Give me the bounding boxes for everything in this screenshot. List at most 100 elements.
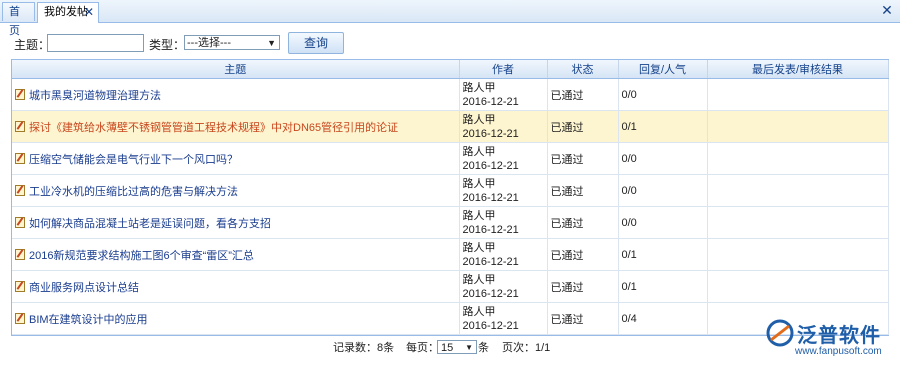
last-post-cell: [707, 174, 889, 207]
author-name: 路人甲: [462, 209, 496, 222]
column-header-author[interactable]: 作者: [459, 60, 548, 79]
replies-cell: 0/0: [618, 174, 708, 207]
status-cell: 已通过: [547, 206, 619, 239]
status-cell: 已通过: [547, 110, 619, 143]
brand-logo: 泛普软件 www.fanpusoft.com: [765, 312, 895, 362]
last-post-cell: [707, 110, 889, 143]
close-tab-icon[interactable]: ✕: [84, 3, 94, 22]
column-header-last-post[interactable]: 最后发表/审核结果: [707, 60, 889, 79]
author-name: 路人甲: [462, 305, 496, 318]
table-row[interactable]: 商业服务网点设计总结 路人甲 2016-12-21 已通过 0/1: [12, 270, 889, 303]
post-date: 2016-12-21: [462, 287, 519, 300]
chevron-down-icon: ▼: [465, 343, 473, 352]
type-select[interactable]: ---选择--- ▼: [184, 35, 280, 50]
replies-cell: 0/0: [618, 206, 708, 239]
post-subject-link[interactable]: 城市黑臭河道物理治理方法: [29, 87, 161, 103]
author-name: 路人甲: [462, 177, 496, 190]
last-post-cell: [707, 238, 889, 271]
post-subject-link[interactable]: 2016新规范要求结构施工图6个审查“雷区”汇总: [29, 247, 254, 263]
author-cell: 路人甲 2016-12-21: [459, 78, 548, 111]
replies-cell: 0/1: [618, 110, 708, 143]
table-row[interactable]: 探讨《建筑给水薄壁不锈钢管管道工程技术规程》中对DN65管径引用的论证 路人甲 20…: [12, 110, 889, 143]
post-date: 2016-12-21: [462, 191, 519, 204]
search-bar: 主题： 类型： ---选择--- ▼ 查询: [0, 23, 900, 57]
status-cell: 已通过: [547, 270, 619, 303]
post-date: 2016-12-21: [462, 159, 519, 172]
last-post-cell: [707, 206, 889, 239]
replies-cell: 0/1: [618, 270, 708, 303]
subject-wrap: 探讨《建筑给水薄壁不锈钢管管道工程技术规程》中对DN65管径引用的论证: [15, 119, 456, 135]
tab-home[interactable]: 首页: [2, 2, 35, 37]
author-cell: 路人甲 2016-12-21: [459, 142, 548, 175]
column-header-status[interactable]: 状态: [547, 60, 619, 79]
subject-wrap: 压缩空气储能会是电气行业下一个风口吗？: [15, 151, 456, 167]
author-cell: 路人甲 2016-12-21: [459, 110, 548, 143]
post-subject-link[interactable]: 商业服务网点设计总结: [29, 279, 139, 295]
post-edit-icon: [15, 153, 25, 164]
status-cell: 已通过: [547, 142, 619, 175]
subject-cell: 压缩空气储能会是电气行业下一个风口吗？: [12, 142, 460, 175]
logo-name: 泛普软件: [797, 325, 881, 347]
per-page-label: 每页：: [406, 342, 439, 354]
close-icon[interactable]: ✕: [880, 3, 894, 17]
post-subject-link[interactable]: BIM在建筑设计中的应用: [29, 311, 148, 327]
post-subject-link[interactable]: 压缩空气储能会是电气行业下一个风口吗？: [29, 151, 238, 167]
post-date: 2016-12-21: [462, 255, 519, 268]
last-post-cell: [707, 78, 889, 111]
author-cell: 路人甲 2016-12-21: [459, 302, 548, 335]
table-row[interactable]: 压缩空气储能会是电气行业下一个风口吗？ 路人甲 2016-12-21 已通过 0/0: [12, 142, 889, 175]
subject-input[interactable]: [47, 34, 144, 52]
author-name: 路人甲: [462, 273, 496, 286]
replies-cell: 0/1: [618, 238, 708, 271]
post-date: 2016-12-21: [462, 319, 519, 332]
post-edit-icon: [15, 281, 25, 292]
post-subject-link[interactable]: 探讨《建筑给水薄壁不锈钢管管道工程技术规程》中对DN65管径引用的论证: [29, 119, 398, 135]
author-name: 路人甲: [462, 113, 496, 126]
replies-cell: 0/4: [618, 302, 708, 335]
column-header-replies[interactable]: 回复/人气: [618, 60, 708, 79]
chevron-down-icon: ▼: [267, 38, 276, 48]
table-row[interactable]: 工业冷水机的压缩比过高的危害与解决方法 路人甲 2016-12-21 已通过 0/0: [12, 174, 889, 207]
subject-wrap: 城市黑臭河道物理治理方法: [15, 87, 456, 103]
post-date: 2016-12-21: [462, 223, 519, 236]
per-page-unit: 条: [478, 342, 489, 354]
table-row[interactable]: 如何解决商品混凝土站老是延误问题，看各方支招 路人甲 2016-12-21 已通过 0/…: [12, 206, 889, 239]
post-date: 2016-12-21: [462, 127, 519, 140]
tab-my-posts[interactable]: 我的发帖 ✕: [37, 2, 99, 23]
post-edit-icon: [15, 313, 25, 324]
subject-label: 主题：: [14, 38, 51, 52]
subject-cell: BIM在建筑设计中的应用: [12, 302, 460, 335]
subject-cell: 探讨《建筑给水薄壁不锈钢管管道工程技术规程》中对DN65管径引用的论证: [12, 110, 460, 143]
post-subject-link[interactable]: 工业冷水机的压缩比过高的危害与解决方法: [29, 183, 238, 199]
type-select-value: ---选择---: [187, 37, 231, 49]
status-cell: 已通过: [547, 238, 619, 271]
subject-wrap: 商业服务网点设计总结: [15, 279, 456, 295]
logo-mark-icon: [766, 319, 794, 347]
table-header-row: 主题 作者 状态 回复/人气 最后发表/审核结果: [12, 60, 889, 79]
subject-wrap: BIM在建筑设计中的应用: [15, 311, 456, 327]
subject-cell: 2016新规范要求结构施工图6个审查“雷区”汇总: [12, 238, 460, 271]
column-header-subject[interactable]: 主题: [12, 60, 460, 79]
record-count: 记录数：8条: [333, 342, 395, 354]
author-name: 路人甲: [462, 81, 496, 94]
author-cell: 路人甲 2016-12-21: [459, 174, 548, 207]
table-row[interactable]: 2016新规范要求结构施工图6个审查“雷区”汇总 路人甲 2016-12-21 已通过…: [12, 238, 889, 271]
subject-cell: 城市黑臭河道物理治理方法: [12, 78, 460, 111]
post-edit-icon: [15, 89, 25, 100]
post-edit-icon: [15, 249, 25, 260]
table-row[interactable]: 城市黑臭河道物理治理方法 路人甲 2016-12-21 已通过 0/0: [12, 78, 889, 111]
subject-cell: 商业服务网点设计总结: [12, 270, 460, 303]
query-button[interactable]: 查询: [288, 32, 344, 54]
subject-wrap: 2016新规范要求结构施工图6个审查“雷区”汇总: [15, 247, 456, 263]
per-page-select[interactable]: 15 ▼: [437, 340, 477, 354]
author-name: 路人甲: [462, 145, 496, 158]
author-name: 路人甲: [462, 241, 496, 254]
table-row[interactable]: BIM在建筑设计中的应用 路人甲 2016-12-21 已通过 0/4: [12, 302, 889, 335]
status-cell: 已通过: [547, 302, 619, 335]
tab-bar: 首页 我的发帖 ✕ ✕: [0, 0, 900, 37]
replies-cell: 0/0: [618, 78, 708, 111]
author-cell: 路人甲 2016-12-21: [459, 238, 548, 271]
post-subject-link[interactable]: 如何解决商品混凝土站老是延误问题，看各方支招: [29, 215, 271, 231]
last-post-cell: [707, 270, 889, 303]
post-edit-icon: [15, 217, 25, 228]
